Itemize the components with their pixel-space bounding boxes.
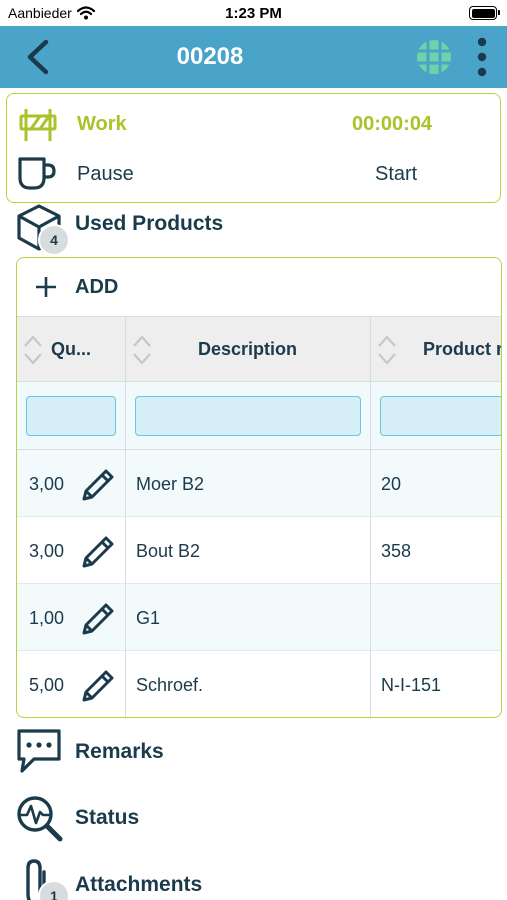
page-title: 00208 bbox=[176, 43, 244, 70]
sort-icon bbox=[378, 335, 396, 365]
description-cell: G1 bbox=[136, 608, 161, 628]
more-menu-button[interactable] bbox=[470, 36, 494, 78]
add-label: ADD bbox=[75, 276, 119, 298]
quantity-filter-band bbox=[17, 382, 125, 450]
battery-icon bbox=[469, 6, 500, 20]
used-products-header[interactable]: 4 Used Products bbox=[14, 203, 494, 256]
plus-icon bbox=[36, 277, 56, 297]
status-section[interactable]: Status bbox=[14, 793, 494, 843]
table-row: N-I-151 bbox=[371, 651, 501, 717]
pause-label[interactable]: Pause bbox=[77, 163, 134, 186]
globe-button[interactable] bbox=[416, 39, 452, 75]
status-bar: Aanbieder 1:23 PM bbox=[0, 0, 507, 26]
table-row: G1 bbox=[126, 584, 370, 651]
quantity-cell: 1,00 bbox=[29, 608, 65, 628]
description-filter-band bbox=[126, 382, 370, 450]
used-products-card: ADD Qu... 3,00 3,00 1,00 5,00 Descriptio… bbox=[16, 257, 502, 718]
chevron-left-icon bbox=[27, 39, 49, 75]
attachments-section[interactable]: 1 Attachments bbox=[14, 858, 494, 900]
product-count-badge: 4 bbox=[38, 224, 70, 256]
quantity-column-header[interactable]: Qu... bbox=[17, 316, 125, 382]
work-label: Work bbox=[77, 113, 127, 135]
table-row: 5,00 bbox=[17, 651, 125, 717]
product-number-filter-input[interactable] bbox=[380, 396, 501, 436]
description-cell: Schroef. bbox=[136, 675, 204, 695]
add-product-button[interactable]: ADD bbox=[17, 258, 501, 316]
remarks-label: Remarks bbox=[75, 740, 164, 763]
description-header-label: Description bbox=[198, 339, 298, 359]
work-timer-card: Work 00:00:04 Pause Start bbox=[6, 93, 501, 203]
product-number-cell: N-I-151 bbox=[381, 675, 442, 695]
table-row: Bout B2 bbox=[126, 517, 370, 584]
description-column-header[interactable]: Description bbox=[126, 316, 370, 382]
pencil-icon[interactable] bbox=[79, 464, 117, 502]
sort-icon bbox=[24, 335, 42, 365]
roadblock-icon bbox=[18, 107, 58, 143]
pencil-icon[interactable] bbox=[79, 598, 117, 636]
chat-bubble-icon bbox=[17, 729, 61, 773]
pencil-icon[interactable] bbox=[79, 665, 117, 703]
more-vertical-icon bbox=[477, 37, 487, 77]
table-row: 1,00 bbox=[17, 584, 125, 651]
back-button[interactable] bbox=[22, 38, 58, 76]
quantity-filter-input[interactable] bbox=[26, 396, 116, 436]
attachments-label: Attachments bbox=[75, 873, 203, 896]
start-button[interactable]: Start bbox=[375, 163, 417, 186]
description-cell: Moer B2 bbox=[136, 474, 205, 494]
table-row: 20 bbox=[371, 450, 501, 517]
coffee-cup-icon bbox=[17, 156, 57, 192]
product-number-header-label: Product r bbox=[423, 339, 502, 359]
attachments-count-badge: 1 bbox=[38, 880, 70, 900]
quantity-cell: 3,00 bbox=[29, 541, 65, 561]
description-column: Description Moer B2 Bout B2 G1 Schroef. bbox=[126, 316, 371, 717]
quantity-column: Qu... 3,00 3,00 1,00 5,00 bbox=[17, 316, 126, 717]
description-cell: Bout B2 bbox=[136, 541, 201, 561]
nav-bar: 00208 bbox=[0, 26, 507, 88]
product-number-column: Product r 20 358 N-I-151 bbox=[371, 316, 502, 717]
product-number-cell: 358 bbox=[381, 541, 412, 561]
clock: 1:23 PM bbox=[225, 5, 282, 22]
products-table: Qu... 3,00 3,00 1,00 5,00 Description Mo… bbox=[17, 316, 502, 717]
table-row bbox=[371, 584, 501, 651]
product-number-cell: 20 bbox=[381, 474, 402, 494]
quantity-cell: 3,00 bbox=[29, 474, 65, 494]
table-row: Moer B2 bbox=[126, 450, 370, 517]
description-filter-input[interactable] bbox=[135, 396, 361, 436]
remarks-section[interactable]: Remarks bbox=[14, 727, 494, 777]
globe-icon bbox=[417, 40, 451, 74]
table-row: 3,00 bbox=[17, 517, 125, 584]
product-number-filter-band bbox=[371, 382, 501, 450]
pencil-icon[interactable] bbox=[79, 531, 117, 569]
used-products-label: Used Products bbox=[75, 212, 224, 235]
product-number-column-header[interactable]: Product r bbox=[371, 316, 502, 382]
table-row: 358 bbox=[371, 517, 501, 584]
quantity-header-label: Qu... bbox=[51, 339, 91, 359]
table-row: Schroef. bbox=[126, 651, 370, 717]
status-label: Status bbox=[75, 806, 140, 829]
table-row: 3,00 bbox=[17, 450, 125, 517]
status-search-icon bbox=[17, 796, 63, 842]
quantity-cell: 5,00 bbox=[29, 675, 65, 695]
work-timer: 00:00:04 bbox=[352, 113, 433, 135]
sort-icon bbox=[133, 335, 151, 365]
